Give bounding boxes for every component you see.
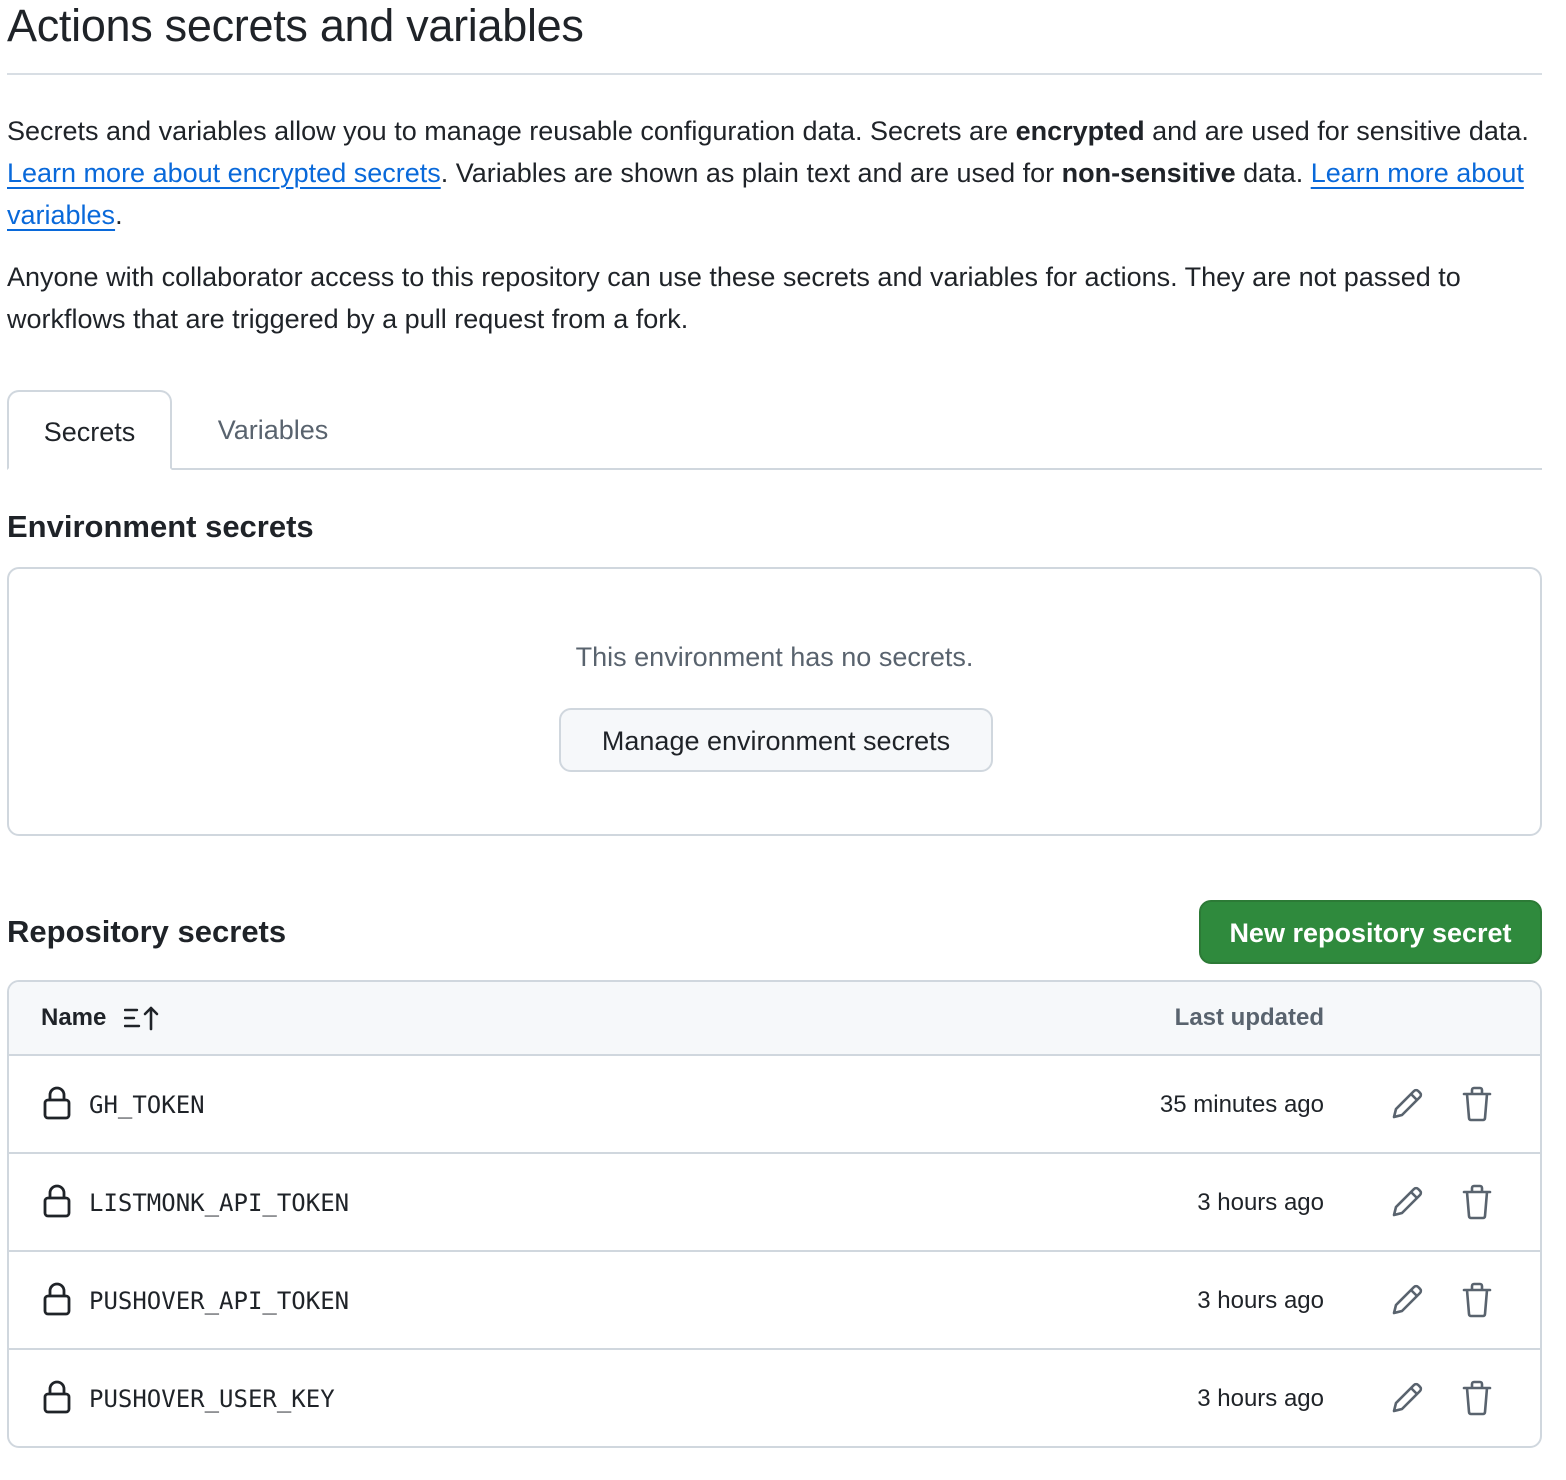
secret-name: GH_TOKEN (89, 1091, 205, 1119)
secret-name: LISTMONK_API_TOKEN (89, 1189, 350, 1217)
table-row: PUSHOVER_API_TOKEN 3 hours ago (9, 1252, 1540, 1350)
trash-icon[interactable] (1462, 1282, 1492, 1318)
learn-more-encrypted-secrets-link[interactable]: Learn more about encrypted secrets (7, 158, 441, 188)
title-divider (7, 73, 1542, 75)
column-header-name[interactable]: Name (41, 982, 106, 1054)
tab-nav: Secrets Variables (7, 390, 1542, 470)
table-header: Name Last updated (9, 982, 1540, 1056)
tab-variables[interactable]: Variables (173, 390, 373, 470)
environment-secrets-title: Environment secrets (7, 509, 314, 544)
trash-icon[interactable] (1462, 1184, 1492, 1220)
lock-icon (43, 1282, 71, 1316)
manage-environment-secrets-button[interactable]: Manage environment secrets (559, 708, 993, 772)
intro-text-3: . Variables are shown as plain text and … (440, 158, 1062, 188)
pencil-icon[interactable] (1390, 1381, 1424, 1415)
tab-secrets[interactable]: Secrets (7, 390, 172, 470)
secret-name: PUSHOVER_USER_KEY (89, 1385, 335, 1413)
new-repository-secret-button[interactable]: New repository secret (1199, 900, 1542, 964)
environment-empty-message: This environment has no secrets. (575, 642, 974, 672)
trash-icon[interactable] (1462, 1086, 1492, 1122)
trash-icon[interactable] (1462, 1380, 1492, 1416)
intro-text-1: Secrets and variables allow you to manag… (7, 116, 1016, 146)
pencil-icon[interactable] (1390, 1283, 1424, 1317)
lock-icon (43, 1380, 71, 1414)
secret-last-updated: 3 hours ago (1197, 1287, 1324, 1314)
secret-last-updated: 35 minutes ago (1159, 1091, 1324, 1118)
access-note: Anyone with collaborator access to this … (7, 262, 1461, 334)
sort-ascending-icon[interactable] (124, 1005, 160, 1031)
intro-bold-non-sensitive: non-sensitive (1061, 158, 1236, 188)
intro-text-4: data. (1235, 158, 1311, 188)
secret-name: PUSHOVER_API_TOKEN (89, 1287, 350, 1315)
table-row: PUSHOVER_USER_KEY 3 hours ago (9, 1350, 1540, 1446)
intro-paragraph: Secrets and variables allow you to manag… (7, 110, 1542, 236)
pencil-icon[interactable] (1390, 1185, 1424, 1219)
intro-text-5: . (115, 200, 123, 230)
page-title: Actions secrets and variables (7, 0, 584, 50)
intro-text-2: and are used for sensitive data. (1144, 116, 1529, 146)
repository-secrets-title: Repository secrets (7, 914, 287, 949)
column-header-last-updated: Last updated (1174, 1004, 1324, 1031)
lock-icon (43, 1086, 71, 1120)
secret-last-updated: 3 hours ago (1197, 1385, 1324, 1412)
lock-icon (43, 1184, 71, 1218)
intro-bold-encrypted: encrypted (1015, 116, 1145, 146)
table-row: GH_TOKEN 35 minutes ago (9, 1056, 1540, 1154)
pencil-icon[interactable] (1390, 1087, 1424, 1121)
table-row: LISTMONK_API_TOKEN 3 hours ago (9, 1154, 1540, 1252)
secret-last-updated: 3 hours ago (1197, 1189, 1324, 1216)
page: Actions secrets and variables Secrets an… (7, 0, 1542, 1448)
environment-secrets-box: This environment has no secrets. Manage … (7, 567, 1542, 836)
repository-secrets-table: Name Last updated GH_TOKEN 35 minutes ag… (7, 980, 1542, 1448)
